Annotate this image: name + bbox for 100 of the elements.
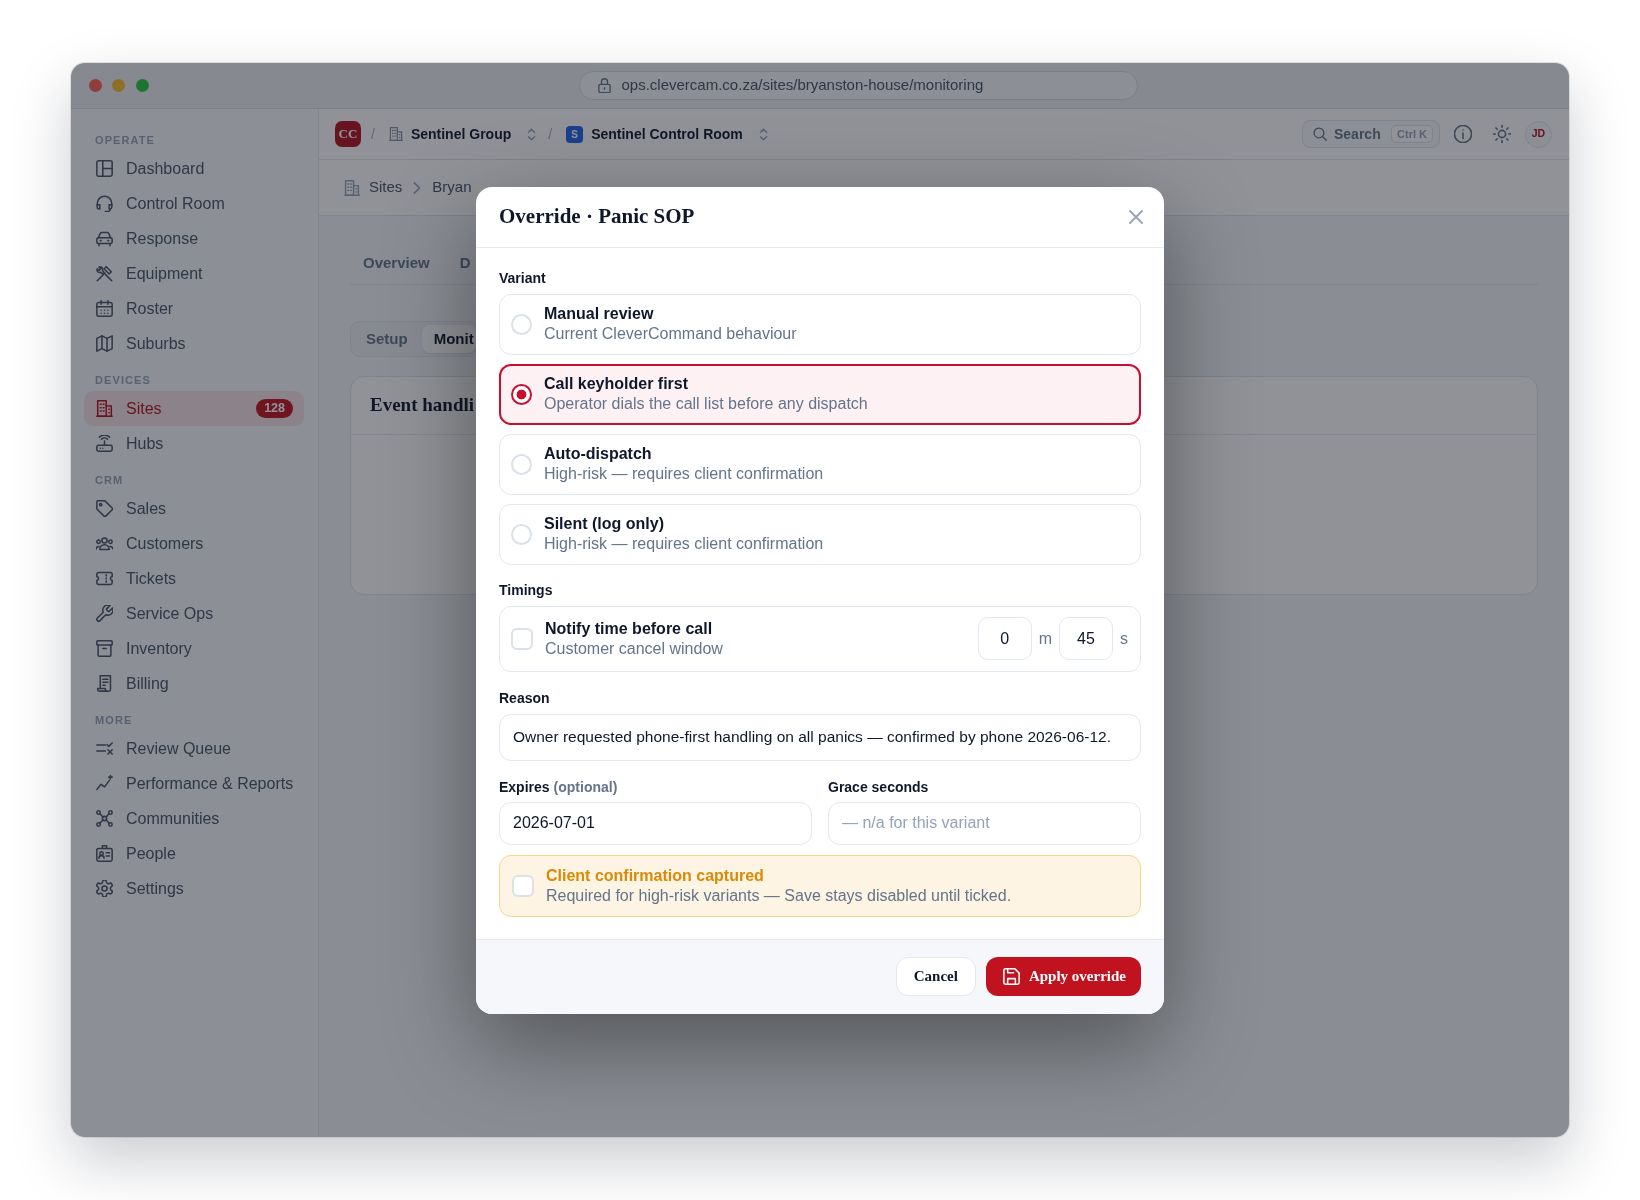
close-icon[interactable] [1129, 209, 1143, 224]
window-minimize-icon[interactable] [112, 79, 125, 92]
segment-tab[interactable]: Setup [354, 325, 420, 353]
breadcrumb-link[interactable]: Bryan [432, 176, 472, 199]
option-description: Operator dials the call list before any dispatch [544, 394, 868, 414]
trend-line-icon [96, 775, 113, 792]
tab[interactable]: Overview [350, 246, 445, 284]
reason-field[interactable]: Owner requested phone-first handling on all panics — confirmed by phone 2026-06-12. [499, 713, 1141, 761]
minutes-field[interactable]: 0 [977, 617, 1032, 660]
path-separator: / [548, 124, 553, 144]
sidebar-item[interactable]: Control Room [84, 186, 304, 221]
path-separator: / [371, 124, 375, 144]
settings-icon [96, 880, 113, 897]
unit-label: m [1038, 628, 1052, 649]
receipt-icon [96, 675, 113, 692]
tag-icon [96, 500, 113, 517]
car-icon [96, 230, 113, 247]
search-button[interactable]: Search Ctrl K [1302, 120, 1440, 148]
users-icon [96, 535, 113, 552]
expires-field[interactable]: 2026-07-01 [499, 801, 812, 845]
sidebar-item[interactable]: Tickets [84, 561, 304, 596]
cancel-button[interactable]: Cancel [895, 956, 976, 996]
breadcrumb-link[interactable]: Sites [369, 176, 403, 199]
field-label: Reason [499, 689, 550, 707]
building-icon [96, 400, 113, 417]
archive-icon [96, 640, 113, 657]
building-icon [344, 179, 360, 196]
layout-icon [96, 160, 113, 177]
brand-logo: CC [335, 121, 361, 147]
variant-option[interactable]: Manual review Current CleverCommand behaviour [499, 293, 1141, 355]
option-title: Manual review [544, 304, 654, 324]
network-icon [96, 810, 113, 827]
option-description: Current CleverCommand behaviour [544, 324, 797, 344]
user-avatar[interactable]: JD [1525, 120, 1552, 148]
wrench-icon [96, 605, 113, 622]
tools-icon [96, 265, 113, 282]
sidebar-item[interactable]: Suburbs [84, 326, 304, 361]
optional-hint: (optional) [553, 778, 618, 795]
sidebar-item[interactable]: Billing [84, 666, 304, 701]
sidebar-item[interactable]: Equipment [84, 256, 304, 291]
shortcut-key: Ctrl K [1391, 125, 1433, 143]
checkbox[interactable] [512, 874, 534, 897]
option-title: Auto-dispatch [544, 444, 652, 464]
count-badge: 128 [256, 399, 293, 418]
sidebar-item[interactable]: Hubs [84, 426, 304, 461]
tab[interactable]: D [444, 246, 471, 284]
sidebar-item[interactable]: Sites 128 [84, 391, 304, 426]
workspace-switcher[interactable]: Sentinel Group [388, 123, 539, 145]
workspace-switcher[interactable]: S Sentinel Control Room [566, 123, 770, 145]
radio-button[interactable] [511, 383, 532, 405]
variant-option[interactable]: Call keyholder first Operator dials the call list before any dispatch [499, 363, 1141, 425]
headset-icon [96, 195, 113, 212]
sidebar-item[interactable]: Inventory [84, 631, 304, 666]
sidebar-item[interactable]: Performance & Reports [84, 766, 304, 801]
list-check-icon [96, 740, 113, 757]
info-icon[interactable] [1454, 125, 1472, 143]
sidebar-item[interactable]: Dashboard [84, 151, 304, 186]
option-title: Notify time before call [545, 618, 713, 639]
sidebar-item[interactable]: Review Queue [84, 731, 304, 766]
sidebar-item[interactable]: Communities [84, 801, 304, 836]
building-icon [388, 127, 403, 141]
search-icon [1313, 127, 1327, 141]
sun-icon[interactable] [1493, 125, 1511, 143]
window-close-icon[interactable] [88, 79, 102, 92]
option-description: High-risk — requires client confirmation [544, 464, 824, 484]
apply-button[interactable]: Apply override [985, 956, 1141, 996]
lock-icon [596, 78, 612, 93]
seconds-field[interactable]: 45 [1059, 617, 1113, 660]
field-label: Expires [499, 778, 550, 795]
option-title: Call keyholder first [544, 374, 689, 394]
calendar-icon [96, 300, 113, 317]
sidebar-item[interactable]: Settings [84, 871, 304, 906]
option-description: High-risk — requires client confirmation [544, 534, 824, 554]
field-label: Variant [499, 269, 546, 287]
alert-title: Client confirmation captured [546, 865, 764, 886]
segment-tab[interactable]: Monit [421, 325, 476, 353]
option-description: Customer cancel window [545, 638, 723, 659]
option-title: Silent (log only) [544, 514, 664, 534]
sidebar-item[interactable]: Roster [84, 291, 304, 326]
address-bar[interactable]: ops.clevercam.co.za/sites/bryanston-house/monitoring [578, 71, 1138, 100]
checkbox[interactable] [511, 627, 533, 650]
grace-seconds-field[interactable]: — n/a for this variant [828, 801, 1141, 845]
variant-option[interactable]: Silent (log only) High-risk — requires client confirmation [499, 503, 1141, 565]
unit-label: s [1120, 628, 1128, 649]
sidebar-item[interactable]: Customers [84, 526, 304, 561]
alert-description: Required for high-risk variants — Save stays disabled until ticked. [546, 885, 1012, 906]
id-badge-icon [96, 845, 113, 862]
field-label: Timings [499, 581, 553, 599]
window-zoom-icon[interactable] [135, 79, 149, 92]
map-icon [96, 335, 113, 352]
ticket-icon [96, 570, 113, 587]
sidebar-item[interactable]: Sales [84, 491, 304, 526]
sidebar-item[interactable]: Response [84, 221, 304, 256]
workspace-logo: S [566, 125, 584, 143]
field-label: Grace seconds [828, 778, 929, 796]
router-icon [96, 435, 113, 452]
card-title: Event handli [370, 393, 474, 418]
sidebar-item[interactable]: People [84, 836, 304, 871]
variant-option[interactable]: Auto-dispatch High-risk — requires client confirmation [499, 433, 1141, 495]
sidebar-item[interactable]: Service Ops [84, 596, 304, 631]
